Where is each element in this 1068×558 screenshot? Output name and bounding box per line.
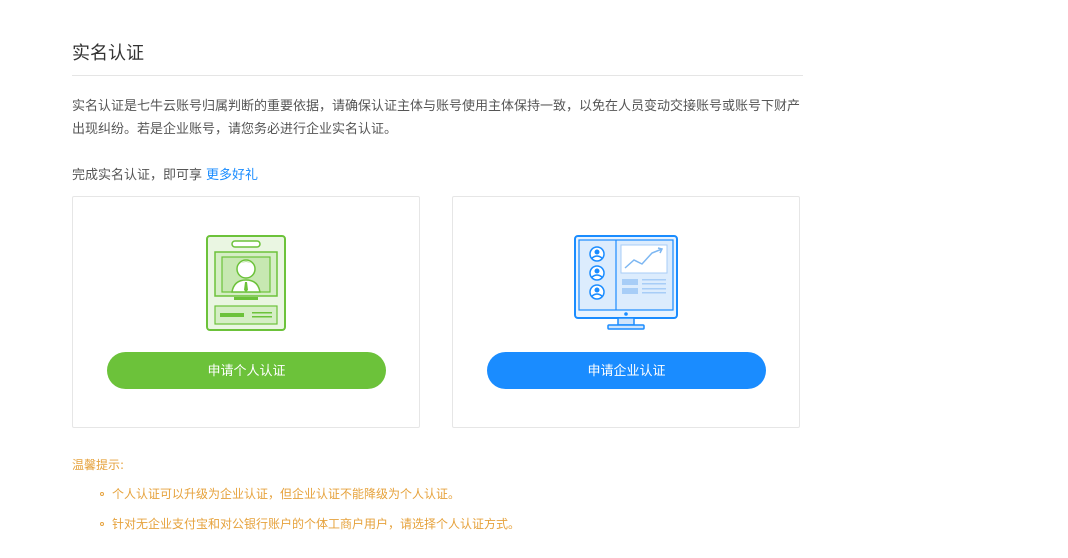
tips-list: 个人认证可以升级为企业认证，但企业认证不能降级为个人认证。 针对无企业支付宝和对…: [100, 484, 520, 544]
personal-auth-card: 申请个人认证: [72, 196, 420, 428]
bullet-dot-icon: [100, 492, 104, 496]
tip-text: 个人认证可以升级为企业认证，但企业认证不能降级为个人认证。: [112, 487, 461, 501]
intro-text: 实名认证是七牛云账号归属判断的重要依据，请确保认证主体与账号使用主体保持一致，以…: [72, 99, 801, 137]
page-title: 实名认证: [72, 43, 144, 64]
bullet-dot-icon: [100, 522, 104, 526]
id-card-icon: [206, 235, 286, 331]
benefit-text: 完成实名认证，即可享: [72, 168, 203, 183]
tip-item: 个人认证可以升级为企业认证，但企业认证不能降级为个人认证。: [100, 484, 520, 504]
tip-item: 针对无企业支付宝和对公银行账户的个体工商户用户，请选择个人认证方式。: [100, 514, 520, 534]
apply-personal-auth-button[interactable]: 申请个人认证: [107, 352, 386, 389]
enterprise-auth-card: 申请企业认证: [452, 196, 800, 428]
enterprise-illustration: [453, 235, 799, 335]
monitor-icon: [574, 235, 678, 330]
title-divider: [72, 75, 803, 76]
tip-text: 针对无企业支付宝和对公银行账户的个体工商户用户，请选择个人认证方式。: [112, 517, 521, 531]
benefit-line: 完成实名认证，即可享 更多好礼: [72, 166, 258, 186]
page: 实名认证 实名认证是七牛云账号归属判断的重要依据，请确保认证主体与账号使用主体保…: [0, 0, 1068, 558]
apply-enterprise-auth-button[interactable]: 申请企业认证: [487, 352, 766, 389]
tips-title: 温馨提示:: [72, 458, 125, 472]
personal-illustration: [73, 235, 419, 335]
more-gifts-link[interactable]: 更多好礼: [206, 168, 258, 183]
